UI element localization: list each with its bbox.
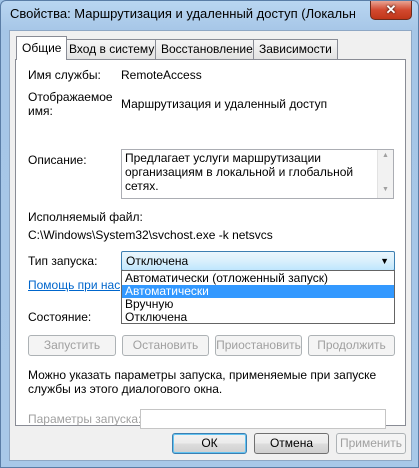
executable-path: C:\Windows\System32\svchost.exe -k netsv… bbox=[28, 228, 273, 242]
startup-option-disabled[interactable]: Отключена bbox=[122, 311, 394, 324]
tab-recovery-label: Восстановление bbox=[161, 42, 253, 56]
display-name-label-line1: Отображаемое bbox=[28, 90, 113, 104]
start-params-hint-line2: службы из этого диалогового окна. bbox=[28, 382, 223, 396]
description-scrollbar[interactable]: ▲ ▼ bbox=[377, 150, 393, 198]
startup-type-selected: Отключена bbox=[126, 254, 189, 268]
display-name-value[interactable]: Маршрутизация и удаленный доступ bbox=[121, 97, 327, 111]
description-box[interactable]: Предлагает услуги маршрутизации организа… bbox=[121, 149, 394, 199]
resume-button[interactable]: Продолжить bbox=[308, 335, 395, 356]
tab-logon-label: Вход в систему bbox=[69, 42, 155, 56]
executable-label: Исполняемый файл: bbox=[28, 210, 143, 224]
ok-button[interactable]: ОК bbox=[172, 433, 247, 454]
start-button[interactable]: Запустить bbox=[28, 335, 116, 356]
chevron-down-icon: ▼ bbox=[380, 256, 389, 266]
startup-help-link[interactable]: Помощь при настройке параметров запуска … bbox=[28, 278, 120, 292]
tab-dependencies[interactable]: Зависимости bbox=[253, 39, 338, 59]
close-icon: ✕ bbox=[385, 2, 397, 17]
scroll-up-icon[interactable]: ▲ bbox=[382, 152, 389, 159]
start-params-hint-line1: Можно указать параметры запуска, применя… bbox=[28, 368, 377, 382]
tab-recovery[interactable]: Восстановление bbox=[155, 39, 259, 59]
scroll-down-icon[interactable]: ▼ bbox=[382, 186, 389, 193]
tab-dependencies-label: Зависимости bbox=[259, 42, 332, 56]
service-name-value: RemoteAccess bbox=[121, 68, 202, 82]
tab-general-label: Общие bbox=[22, 41, 62, 55]
status-label: Состояние: bbox=[28, 310, 92, 324]
description-label: Описание: bbox=[28, 153, 87, 167]
window-title: Свойства: Маршрутизация и удаленный дост… bbox=[10, 6, 355, 21]
startup-type-dropdown-list: Автоматически (отложенный запуск) Автома… bbox=[121, 270, 395, 324]
general-tab-panel: Имя службы: RemoteAccess Отображаемое им… bbox=[15, 59, 406, 429]
stop-button[interactable]: Остановить bbox=[122, 335, 209, 356]
startup-type-select[interactable]: Отключена ▼ bbox=[121, 251, 395, 271]
properties-window: Свойства: Маршрутизация и удаленный дост… bbox=[0, 0, 419, 468]
cancel-button[interactable]: Отмена bbox=[254, 433, 329, 454]
dialog-client-area: Общие Вход в систему Восстановление Зави… bbox=[9, 30, 412, 461]
start-params-label: Параметры запуска: bbox=[28, 412, 142, 426]
start-params-input[interactable] bbox=[140, 409, 386, 429]
description-text: Предлагает услуги маршрутизации организа… bbox=[125, 151, 354, 193]
tab-general[interactable]: Общие bbox=[16, 36, 68, 60]
service-name-label: Имя службы: bbox=[28, 68, 101, 82]
tab-logon[interactable]: Вход в систему bbox=[63, 39, 161, 59]
close-button[interactable]: ✕ bbox=[370, 1, 412, 20]
pause-button[interactable]: Приостановить bbox=[215, 335, 302, 356]
title-bar[interactable]: Свойства: Маршрутизация и удаленный дост… bbox=[1, 1, 419, 29]
startup-type-label: Тип запуска: bbox=[28, 254, 98, 268]
display-name-label-line2: имя: bbox=[28, 104, 53, 118]
apply-button[interactable]: Применить bbox=[336, 433, 406, 454]
